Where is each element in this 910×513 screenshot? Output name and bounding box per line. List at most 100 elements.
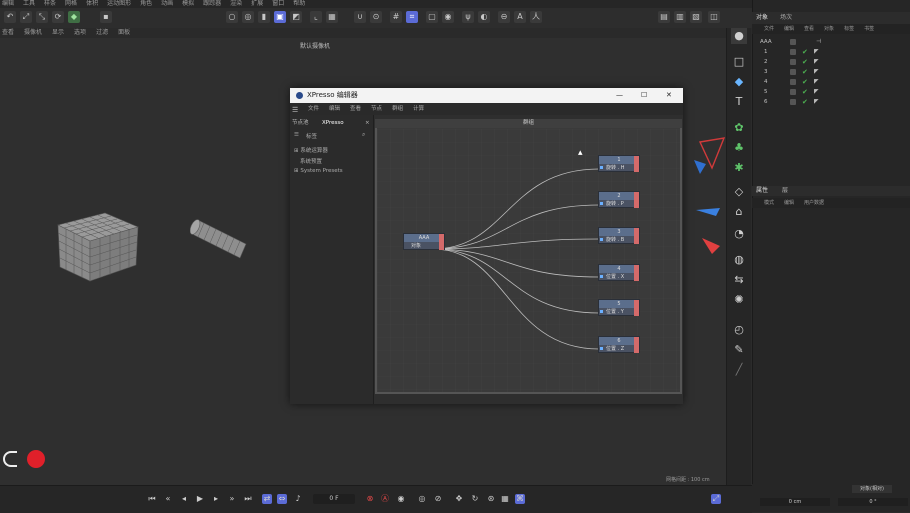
node-output-port[interactable] (634, 192, 639, 208)
phong-tag-icon[interactable]: ◤ (814, 48, 819, 56)
prev-key-icon[interactable]: « (163, 494, 173, 504)
objects-menu-item[interactable]: 编辑 (784, 24, 794, 34)
deformer-icon[interactable]: ✱ (731, 160, 747, 176)
viewport-menu-item[interactable]: 显示 (52, 28, 64, 38)
node-output-port[interactable] (634, 265, 639, 281)
objects-menu-item[interactable]: 标签 (844, 24, 854, 34)
object-row[interactable]: 1 ✔ ◤ (754, 48, 904, 56)
search-icon[interactable]: ⌕ (362, 131, 365, 139)
key-scale-icon[interactable]: ⊘ (433, 494, 443, 504)
close-button[interactable]: ✕ (666, 88, 672, 103)
visibility-dot[interactable] (790, 79, 796, 85)
keyframe-selection-icon[interactable]: ◉ (396, 494, 406, 504)
render-view-icon[interactable]: ▥ (674, 11, 686, 23)
workplane-icon[interactable]: ▦ (326, 11, 338, 23)
key-pla-icon[interactable]: ▦ (500, 494, 510, 504)
menu-item[interactable]: 帮助 (293, 0, 305, 8)
light-icon[interactable]: ◔ (731, 226, 747, 242)
layout-icon[interactable]: ◫ (708, 11, 720, 23)
globe-icon[interactable]: ◍ (731, 252, 747, 268)
enabled-check-icon[interactable]: ✔ (802, 88, 808, 96)
node-input-port[interactable] (600, 238, 603, 241)
menu-item[interactable]: 运动图形 (107, 0, 131, 8)
xpresso-menu-item[interactable]: 节点 (371, 103, 382, 115)
object-row[interactable]: AAA ⊣ (754, 38, 904, 46)
node-input-port[interactable] (600, 347, 603, 350)
go-to-end-icon[interactable]: ⏭ (243, 494, 253, 504)
menu-item[interactable]: 动画 (161, 0, 173, 8)
visibility-dot[interactable] (790, 89, 796, 95)
panel-close-icon[interactable]: × (365, 118, 370, 128)
node-input-port[interactable] (600, 275, 603, 278)
attributes-menu-item[interactable]: 模式 (764, 198, 774, 208)
viewport-menu-item[interactable]: 过滤 (96, 28, 108, 38)
next-frame-icon[interactable]: ▸ (211, 494, 221, 504)
tree-item-system-presets[interactable]: 系统预置 (300, 157, 322, 165)
autokey-icon[interactable]: Ⓐ (380, 494, 390, 504)
coord-position-field[interactable]: 0 cm (760, 498, 830, 506)
next-key-icon[interactable]: » (227, 494, 237, 504)
tab-takes[interactable]: 场次 (780, 12, 792, 24)
object-mode-icon[interactable]: ● (731, 28, 747, 44)
cloner-icon[interactable]: ♣ (731, 140, 747, 156)
xpresso-menu-item[interactable]: 查看 (350, 103, 361, 115)
key-param-icon[interactable]: ⊛ (486, 494, 496, 504)
hamburger-icon[interactable]: ☰ (292, 106, 298, 114)
menu-item[interactable]: 渲染 (230, 0, 242, 8)
phong-tag-icon[interactable]: ◤ (814, 58, 819, 66)
coord-mode-button[interactable]: 对象(相对) (852, 485, 892, 493)
node-input-port[interactable] (600, 202, 603, 205)
render-settings-icon[interactable]: ▧ (690, 11, 702, 23)
tag-icon[interactable]: ◇ (731, 184, 747, 200)
tab-attributes[interactable]: 属性 (756, 186, 768, 196)
node-output-port[interactable] (634, 228, 639, 244)
xpresso-target-node[interactable]: 3 旋转 . B (598, 227, 640, 244)
menu-item[interactable]: 扩展 (251, 0, 263, 8)
scale-icon[interactable]: ⤡ (36, 11, 48, 23)
subdivision-icon[interactable]: ✿ (731, 120, 747, 136)
maximize-button[interactable]: ☐ (641, 88, 647, 103)
xpresso-target-node[interactable]: 4 位置 . X (598, 264, 640, 281)
prev-frame-icon[interactable]: ◂ (179, 494, 189, 504)
visibility-dot[interactable] (790, 59, 796, 65)
menu-item[interactable]: 窗口 (272, 0, 284, 8)
visibility-dot[interactable] (790, 49, 796, 55)
tab-xpresso[interactable]: XPresso (322, 118, 344, 128)
live-select-icon[interactable]: ◎ (242, 11, 254, 23)
node-input-port[interactable] (600, 310, 603, 313)
connect-icon[interactable]: ⇆ (731, 272, 747, 288)
menu-item[interactable]: 角色 (140, 0, 152, 8)
current-frame-field[interactable]: 0 F (313, 494, 355, 504)
timeline-layout-icon[interactable]: ⤢ (711, 494, 721, 504)
node-output-port[interactable] (634, 337, 639, 353)
objects-menu-item[interactable]: 对象 (824, 24, 834, 34)
object-row[interactable]: 4 ✔ ◤ (754, 78, 904, 86)
object-row[interactable]: 3 ✔ ◤ (754, 68, 904, 76)
xpresso-target-node[interactable]: 2 旋转 . P (598, 191, 640, 208)
xpresso-source-node[interactable]: AAA 对象 (403, 233, 445, 250)
menu-item[interactable]: 网格 (65, 0, 77, 8)
viewport-menu-item[interactable]: 摄像机 (24, 28, 42, 38)
xpresso-titlebar[interactable]: XPresso 编辑器 — ☐ ✕ (290, 88, 683, 103)
magnet-icon[interactable]: ∪ (354, 11, 366, 23)
phong-tag-icon[interactable]: ◤ (814, 98, 819, 106)
sound-icon[interactable]: ♪ (293, 494, 303, 504)
record-key-icon[interactable]: ⊗ (365, 494, 375, 504)
axis-icon[interactable]: ⌞ (310, 11, 322, 23)
tab-node-pool[interactable]: 节点池 (292, 118, 309, 128)
key-position-icon[interactable]: ◎ (417, 494, 427, 504)
menu-item[interactable]: 体积 (86, 0, 98, 8)
phong-tag-icon[interactable]: ◤ (814, 88, 819, 96)
node-output-port[interactable] (634, 300, 639, 316)
tab-layers[interactable]: 层 (782, 186, 788, 196)
menu-item[interactable]: 编辑 (2, 0, 14, 8)
figure-icon[interactable]: 人 (530, 11, 542, 23)
key-rotate-icon[interactable]: ↻ (470, 494, 480, 504)
go-to-start-icon[interactable]: ⏮ (147, 494, 157, 504)
text-icon[interactable]: T (731, 94, 747, 110)
quantize-icon[interactable]: ⌗ (406, 11, 418, 23)
coord-rotation-field[interactable]: 0 ° (838, 498, 908, 506)
xpresso-target-node[interactable]: 6 位置 . Z (598, 336, 640, 353)
enabled-check-icon[interactable]: ✔ (802, 58, 808, 66)
grid-icon[interactable]: # (390, 11, 402, 23)
